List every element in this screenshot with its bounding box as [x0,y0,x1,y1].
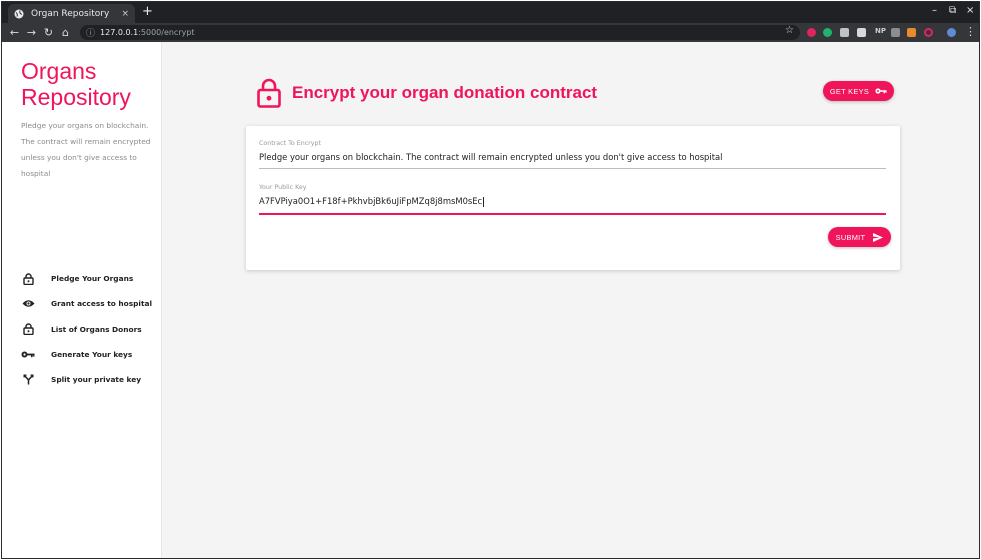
metamask-extension-icon[interactable] [907,28,916,37]
browser-window: Organ Repository × + – ⧉ × ← → ↻ ⌂ ⓘ 127… [1,1,980,559]
reload-icon[interactable]: ↻ [40,26,57,39]
brand-title: Organs Repository [21,58,131,110]
cloud-extension-icon[interactable] [840,28,849,37]
site-info-icon[interactable]: ⓘ [86,26,95,39]
sidebar-item-generate-keys[interactable]: Generate Your keys [21,342,161,367]
lock-icon [21,322,35,336]
restore-icon[interactable]: ⧉ [949,5,956,16]
lock-icon [21,272,35,286]
tab-close-icon[interactable]: × [121,9,129,19]
sidebar-item-pledge-organs[interactable]: Pledge Your Organs [21,266,161,291]
tagline: Pledge your organs on blockchain. The co… [21,121,151,178]
key-icon [21,348,35,362]
close-window-icon[interactable]: × [966,5,974,16]
grammarly-extension-icon[interactable] [823,28,832,37]
tab-title: Organ Repository [31,8,110,19]
submit-label: SUBMIT [835,232,866,242]
get-keys-button[interactable]: GET KEYS [823,81,894,101]
target-extension-icon[interactable] [924,28,933,37]
brand-line-2: Repository [21,84,131,110]
sidebar-item-split-key[interactable]: Split your private key [21,367,161,392]
globe-icon [14,9,24,18]
public-key-value: A7FVPiya0O1+F18f+PkhvbjBk6uJiFpMZq8j8msM… [259,196,483,206]
encrypt-form-card: Contract To Encrypt Pledge your organs o… [246,126,900,270]
url-path: :5000/encrypt [138,28,195,37]
back-icon[interactable]: ← [6,26,23,39]
pinterest-extension-icon[interactable] [807,28,816,37]
browser-menu-icon[interactable]: ⋮ [965,25,976,38]
app: Organs Repository Pledge your organs on … [2,42,979,558]
eye-icon [21,297,35,311]
sidebar-item-label: Pledge Your Organs [51,274,134,284]
page-title: Encrypt your organ donation contract [292,83,598,102]
split-icon [21,373,35,387]
mail-extension-icon[interactable] [857,28,866,37]
address-bar[interactable]: ⓘ 127.0.0.1 :5000/encrypt [80,25,800,40]
sidebar-item-label: List of Organs Donors [51,324,142,334]
key-icon [875,88,887,94]
screenshot-extension-icon[interactable] [891,28,900,37]
tab-bar: Organ Repository × + – ⧉ × [2,2,979,23]
sidebar-item-grant-access[interactable]: Grant access to hospital [21,291,161,316]
contract-input[interactable]: Pledge your organs on blockchain. The co… [259,152,886,169]
text-caret [483,196,485,207]
bookmark-star-icon[interactable]: ☆ [785,25,794,36]
contract-field[interactable]: Contract To Encrypt Pledge your organs o… [259,140,886,169]
main-content: Encrypt your organ donation contract GET… [162,42,979,558]
np-extension-icon[interactable]: NP [875,27,886,35]
lock-icon [257,78,281,108]
public-key-input[interactable]: A7FVPiya0O1+F18f+PkhvbjBk6uJiFpMZq8j8msM… [259,196,886,215]
new-tab-button[interactable]: + [142,5,153,19]
sidebar-item-label: Split your private key [51,375,142,385]
browser-tab[interactable]: Organ Repository × [8,4,135,23]
sidebar-item-label: Generate Your keys [51,350,133,360]
sidebar-item-label: Grant access to hospital [51,299,152,309]
sidebar-nav: Pledge Your Organs Grant access to hospi… [21,266,161,392]
profile-avatar[interactable] [947,28,956,37]
send-icon [873,232,884,242]
sidebar: Organs Repository Pledge your organs on … [2,42,162,558]
brand-line-1: Organs [21,58,97,84]
url-host: 127.0.0.1 [100,28,139,37]
sidebar-item-organ-donors[interactable]: List of Organs Donors [21,317,161,342]
minimize-icon[interactable]: – [932,5,937,16]
public-key-field[interactable]: Your Public Key A7FVPiya0O1+F18f+PkhvbjB… [259,184,886,215]
submit-button[interactable]: SUBMIT [828,227,891,247]
home-icon[interactable]: ⌂ [57,26,74,39]
get-keys-label: GET KEYS [829,86,870,96]
contract-field-label: Contract To Encrypt [259,140,321,147]
public-key-field-label: Your Public Key [259,184,307,191]
forward-icon[interactable]: → [23,26,40,39]
browser-toolbar: ← → ↻ ⌂ ⓘ 127.0.0.1 :5000/encrypt ☆ NP ⋮ [2,23,979,42]
